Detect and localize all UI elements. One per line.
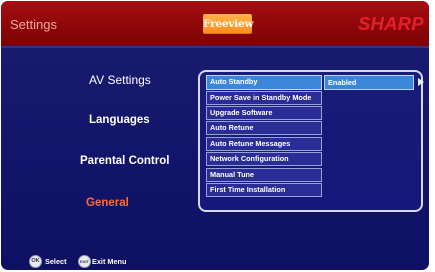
- ok-button-icon: OK: [29, 255, 42, 268]
- general-settings-menu: Auto Standby Enabled Power Save in Stand…: [198, 70, 424, 212]
- exit-menu-hint-label: Exit Menu: [92, 257, 127, 266]
- exit-button-icon: EXIT: [78, 255, 91, 268]
- category-av-settings[interactable]: AV Settings: [89, 73, 151, 87]
- menu-item-power-save[interactable]: Power Save in Standby Mode: [206, 91, 322, 105]
- menu-item-auto-retune-messages[interactable]: Auto Retune Messages: [206, 137, 322, 151]
- category-languages[interactable]: Languages: [89, 114, 150, 126]
- menu-item-network-configuration[interactable]: Network Configuration: [206, 152, 322, 166]
- menu-item-auto-retune[interactable]: Auto Retune: [206, 121, 322, 135]
- settings-screen: Settings Freeview SHARP AV Settings Lang…: [1, 1, 429, 270]
- category-general[interactable]: General: [86, 197, 129, 209]
- tv-frame: Settings Freeview SHARP AV Settings Lang…: [0, 0, 435, 272]
- freeview-logo: Freeview: [203, 14, 254, 34]
- menu-item-upgrade-software[interactable]: Upgrade Software: [206, 106, 322, 120]
- menu-item-first-time-installation[interactable]: First Time Installation: [206, 183, 322, 197]
- sharp-logo: SHARP: [358, 13, 424, 34]
- header-divider: [1, 46, 429, 48]
- menu-item-auto-standby[interactable]: Auto Standby: [206, 75, 322, 90]
- select-hint-label: Select: [45, 257, 67, 266]
- chevron-right-icon[interactable]: [418, 78, 424, 86]
- header-bar: Settings Freeview SHARP: [1, 1, 429, 46]
- page-title: Settings: [10, 17, 57, 32]
- menu-item-manual-tune[interactable]: Manual Tune: [206, 168, 322, 182]
- category-parental-control[interactable]: Parental Control: [80, 155, 169, 167]
- auto-standby-value[interactable]: Enabled: [324, 75, 414, 90]
